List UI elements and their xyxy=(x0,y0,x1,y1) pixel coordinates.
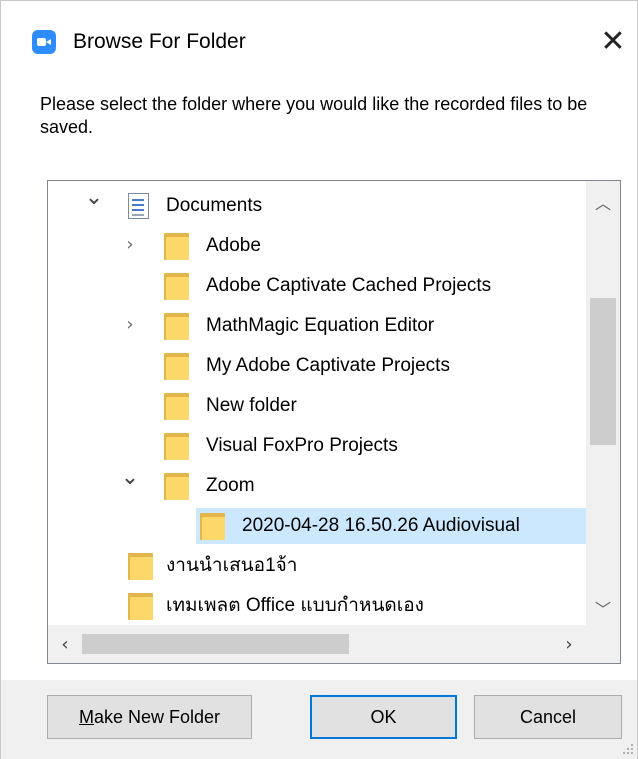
tree-item[interactable]: Visual FoxPro Projects xyxy=(48,426,584,466)
scroll-right-icon[interactable]: › xyxy=(552,625,586,663)
folder-icon-front xyxy=(166,317,189,340)
tree-item-label: New folder xyxy=(206,395,297,416)
horizontal-scroll-thumb[interactable] xyxy=(82,634,349,654)
folder-icon-front xyxy=(166,437,189,460)
folder-icon xyxy=(164,273,189,300)
chevron-down-icon[interactable]: ⌄ xyxy=(119,466,141,490)
browse-for-folder-dialog: Browse For Folder ✕ Please select the fo… xyxy=(0,0,638,759)
tree-item-label: Documents xyxy=(166,195,263,216)
tree-item[interactable]: New folder xyxy=(48,386,584,426)
tree-item[interactable]: › MathMagic Equation Editor xyxy=(48,306,584,346)
folder-icon-front xyxy=(166,357,189,380)
folder-icon xyxy=(164,233,189,260)
tree-item-label: Adobe Captivate Cached Projects xyxy=(206,275,492,296)
tree-item[interactable]: My Adobe Captivate Projects xyxy=(48,346,584,386)
tree-item[interactable]: ⌄ Documents xyxy=(48,186,584,226)
folder-icon-front xyxy=(130,557,153,580)
tree-item[interactable]: งานนำเสนอ1จ้า xyxy=(48,546,584,586)
folder-icon-front xyxy=(166,397,189,420)
folder-icon-front xyxy=(130,597,153,620)
folder-icon xyxy=(164,473,189,500)
folder-icon xyxy=(164,433,189,460)
vertical-scrollbar[interactable]: ︿ ﹀ xyxy=(586,181,620,625)
folder-icon xyxy=(164,313,189,340)
zoom-app-icon xyxy=(32,30,56,54)
tree-item-selected[interactable]: 2020-04-28 16.50.26 Audiovisual xyxy=(48,506,586,546)
scroll-left-icon[interactable]: ‹ xyxy=(48,625,82,663)
ok-button[interactable]: OK xyxy=(310,695,457,739)
folder-icon-front xyxy=(166,277,189,300)
folder-icon-front xyxy=(202,517,225,540)
tree-item[interactable]: ⌄ Zoom xyxy=(48,466,584,506)
tree-item-label: Zoom xyxy=(206,475,255,496)
folder-icon-front xyxy=(166,477,189,500)
tree-item[interactable]: › Adobe xyxy=(48,226,584,266)
scroll-up-icon[interactable]: ︿ xyxy=(586,185,620,219)
mnemonic-letter: M xyxy=(78,707,94,727)
chevron-right-icon[interactable]: › xyxy=(119,313,141,337)
folder-icon xyxy=(164,393,189,420)
scroll-down-icon[interactable]: ﹀ xyxy=(586,591,620,625)
folder-icon xyxy=(128,553,153,580)
folder-icon xyxy=(128,593,153,620)
tree-item-label: My Adobe Captivate Projects xyxy=(206,355,450,376)
resize-grip[interactable] xyxy=(621,742,635,756)
scrollbar-corner xyxy=(586,625,620,663)
tree-item-label: MathMagic Equation Editor xyxy=(206,315,435,336)
horizontal-scrollbar[interactable]: ‹ › xyxy=(48,625,586,663)
dialog-title: Browse For Folder xyxy=(73,30,246,53)
vertical-scroll-thumb[interactable] xyxy=(590,298,616,445)
instruction-text: Please select the folder where you would… xyxy=(40,94,588,137)
chevron-down-icon[interactable]: ⌄ xyxy=(83,186,105,210)
folder-icon-front xyxy=(166,237,189,260)
folder-tree[interactable]: ⌄ Documents › Adobe Adobe Captivate Cached P… xyxy=(47,180,621,664)
tree-item-label: Adobe xyxy=(206,235,261,256)
make-new-folder-label: ake New Folder xyxy=(93,707,221,727)
tree-item-label: เทมเพลต Office แบบกำหนดเอง xyxy=(166,595,424,616)
title-bar[interactable]: Browse For Folder ✕ xyxy=(1,0,637,80)
tree-item[interactable]: เทมเพลต Office แบบกำหนดเอง xyxy=(48,586,584,626)
tree-item-label: Visual FoxPro Projects xyxy=(206,435,398,456)
tree-item-label: 2020-04-28 16.50.26 Audiovisual xyxy=(242,515,520,536)
make-new-folder-button[interactable]: Make New Folder xyxy=(47,695,252,739)
tree-item[interactable]: Adobe Captivate Cached Projects xyxy=(48,266,584,306)
cancel-button[interactable]: Cancel xyxy=(474,695,622,739)
folder-icon xyxy=(164,353,189,380)
tree-item-label: งานนำเสนอ1จ้า xyxy=(166,555,298,576)
document-icon xyxy=(128,193,149,219)
folder-icon xyxy=(200,513,225,540)
chevron-right-icon[interactable]: › xyxy=(119,233,141,257)
close-button[interactable]: ✕ xyxy=(596,25,630,59)
